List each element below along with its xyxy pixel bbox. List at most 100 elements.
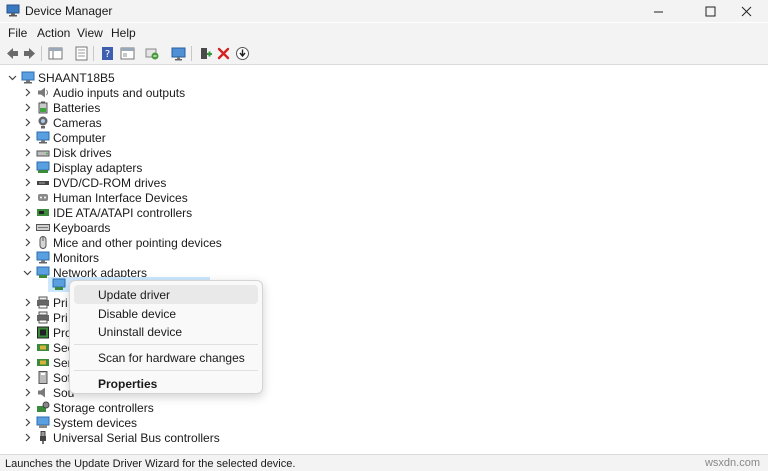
tree-item-display-adapters[interactable]: Display adapters <box>0 160 220 175</box>
security-device-icon <box>36 341 50 354</box>
chevron-right-icon[interactable] <box>23 148 32 157</box>
minimize-button[interactable] <box>636 0 680 22</box>
tree-item-label: Universal Serial Bus controllers <box>53 431 220 445</box>
tree-item-sensors[interactable]: Ser <box>0 355 72 370</box>
tree-item-software-devices[interactable]: Sof <box>0 370 71 385</box>
chevron-right-icon[interactable] <box>23 343 32 352</box>
tree-item-usb-controllers[interactable]: Universal Serial Bus controllers <box>0 430 220 445</box>
menu-separator <box>74 370 258 371</box>
toolbar-separator <box>93 46 94 61</box>
tree-item-label: Mice and other pointing devices <box>53 236 222 250</box>
update-driver-icon[interactable] <box>234 45 251 62</box>
menu-item-label: Disable device <box>98 307 177 321</box>
chevron-right-icon[interactable] <box>23 298 32 307</box>
chevron-down-icon[interactable] <box>8 73 17 82</box>
action-view-icon[interactable] <box>119 45 136 62</box>
speaker-icon <box>36 86 50 99</box>
menu-view[interactable]: View <box>77 26 103 40</box>
tree-item-label: Batteries <box>53 101 101 115</box>
disable-device-menu-item[interactable]: Disable device <box>74 304 258 323</box>
chevron-right-icon[interactable] <box>23 118 32 127</box>
title-bar: Device Manager <box>0 0 768 22</box>
system-device-icon <box>36 416 50 429</box>
chevron-right-icon[interactable] <box>23 328 32 337</box>
chevron-right-icon[interactable] <box>23 373 32 382</box>
speaker-icon <box>36 386 50 399</box>
tree-item-label: Pri <box>53 296 68 310</box>
chevron-right-icon[interactable] <box>23 208 32 217</box>
help-icon[interactable]: ? <box>99 45 116 62</box>
chevron-right-icon[interactable] <box>23 253 32 262</box>
chevron-right-icon[interactable] <box>23 223 32 232</box>
tree-item-label: Computer <box>53 131 106 145</box>
menu-item-label: Properties <box>98 377 158 391</box>
menu-help[interactable]: Help <box>111 26 136 40</box>
tree-item-monitors[interactable]: Monitors <box>0 250 220 265</box>
tree-root[interactable]: SHAANT18B5 <box>0 70 200 85</box>
storage-controller-icon <box>36 401 50 414</box>
monitor-icon[interactable] <box>170 45 187 62</box>
tree-item-storage-controllers[interactable]: Storage controllers <box>0 400 220 415</box>
webcam-icon <box>36 116 50 129</box>
chevron-right-icon[interactable] <box>23 103 32 112</box>
toolbar-separator <box>191 46 192 61</box>
chevron-right-icon[interactable] <box>23 133 32 142</box>
tree-item-batteries[interactable]: Batteries <box>0 100 220 115</box>
toolbar: ? <box>0 42 768 65</box>
disk-drive-icon <box>36 146 50 159</box>
menu-separator <box>74 344 258 345</box>
tree-item-ide-controllers[interactable]: IDE ATA/ATAPI controllers <box>0 205 220 220</box>
tree-item-security-devices[interactable]: Sec <box>0 340 74 355</box>
tree-item-sound-controllers[interactable]: Sou <box>0 385 74 400</box>
tree-item-dvd-drives[interactable]: DVD/CD-ROM drives <box>0 175 220 190</box>
tree-item-system-devices[interactable]: System devices <box>0 415 220 430</box>
tree-item-disk-drives[interactable]: Disk drives <box>0 145 220 160</box>
chevron-right-icon[interactable] <box>23 88 32 97</box>
chevron-down-icon[interactable] <box>23 268 32 277</box>
tree-item-computer[interactable]: Computer <box>0 130 220 145</box>
dvd-drive-icon <box>36 176 50 189</box>
chevron-right-icon[interactable] <box>23 418 32 427</box>
chevron-right-icon[interactable] <box>23 358 32 367</box>
tree-item-processors[interactable]: Pro <box>0 325 72 340</box>
uninstall-x-icon[interactable] <box>215 45 232 62</box>
menu-action[interactable]: Action <box>37 26 70 40</box>
chevron-right-icon[interactable] <box>23 313 32 322</box>
update-driver-menu-item[interactable]: Update driver <box>74 285 258 304</box>
tree-item-print-queues[interactable]: Pri <box>0 295 70 310</box>
network-adapter-icon <box>52 278 66 291</box>
processor-icon <box>36 326 50 339</box>
chevron-right-icon[interactable] <box>23 163 32 172</box>
keyboard-icon <box>36 221 50 234</box>
tree-item-keyboards[interactable]: Keyboards <box>0 220 220 235</box>
chevron-right-icon[interactable] <box>23 388 32 397</box>
device-manager-icon <box>6 4 20 17</box>
chevron-right-icon[interactable] <box>23 193 32 202</box>
tree-item-printers[interactable]: Pri <box>0 310 70 325</box>
svg-text:?: ? <box>105 49 110 60</box>
tree-item-mice[interactable]: Mice and other pointing devices <box>0 235 222 250</box>
menu-item-label: Scan for hardware changes <box>98 351 245 365</box>
close-button[interactable] <box>724 0 768 22</box>
back-arrow-icon[interactable] <box>4 45 21 62</box>
chevron-right-icon[interactable] <box>23 403 32 412</box>
forward-arrow-icon[interactable] <box>21 45 38 62</box>
scan-hardware-menu-item[interactable]: Scan for hardware changes <box>74 348 258 367</box>
tree-item-hid[interactable]: Human Interface Devices <box>0 190 220 205</box>
show-hide-tree-icon[interactable] <box>47 45 64 62</box>
properties-icon[interactable] <box>73 45 90 62</box>
chevron-right-icon[interactable] <box>23 178 32 187</box>
uninstall-device-menu-item[interactable]: Uninstall device <box>74 322 258 341</box>
status-bar: Launches the Update Driver Wizard for th… <box>0 454 768 471</box>
display-adapter-icon <box>36 161 50 174</box>
menu-file[interactable]: File <box>8 26 27 40</box>
chevron-right-icon[interactable] <box>23 238 32 247</box>
tree-item-cameras[interactable]: Cameras <box>0 115 220 130</box>
chevron-right-icon[interactable] <box>23 433 32 442</box>
scan-hardware-icon[interactable] <box>144 45 161 62</box>
properties-menu-item[interactable]: Properties <box>74 374 258 393</box>
tree-item-label: Pri <box>53 311 68 325</box>
add-driver-icon[interactable] <box>197 45 214 62</box>
tree-item-audio[interactable]: Audio inputs and outputs <box>0 85 220 100</box>
tree-item-label: DVD/CD-ROM drives <box>53 176 167 190</box>
